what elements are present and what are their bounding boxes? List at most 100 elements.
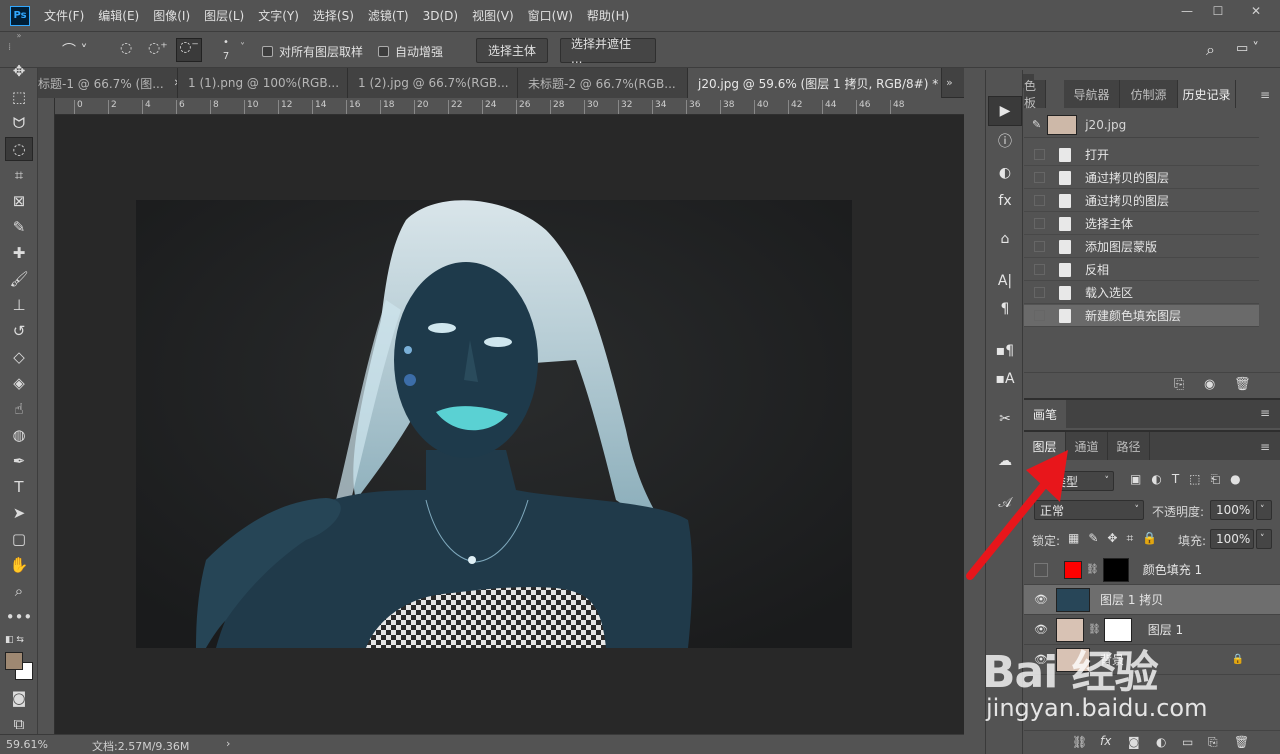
tabs-overflow-icon[interactable]: » bbox=[946, 76, 953, 89]
history-brush-checkbox[interactable] bbox=[1034, 218, 1045, 229]
healing-brush-icon[interactable]: ✚ bbox=[7, 242, 31, 264]
search-icon[interactable]: ⌕ bbox=[1206, 40, 1215, 60]
trash-icon[interactable]: 🗑 bbox=[1234, 735, 1249, 749]
opacity-input[interactable]: 100% bbox=[1210, 500, 1254, 520]
zoom-level[interactable]: 59.61% bbox=[6, 738, 48, 751]
screen-mode-icon[interactable]: ⧉ bbox=[7, 713, 31, 735]
adjustments-icon[interactable]: ◐ bbox=[994, 162, 1016, 184]
document-image[interactable] bbox=[136, 200, 852, 648]
brush-tool-icon[interactable]: 🖌 bbox=[7, 268, 31, 290]
history-brush-checkbox[interactable] bbox=[1034, 172, 1045, 183]
shape-filter-icon[interactable]: ⬚ bbox=[1189, 472, 1200, 487]
menu-type[interactable]: 文字(Y) bbox=[258, 7, 299, 24]
panel-menu-icon[interactable]: ≡ bbox=[1260, 440, 1270, 454]
maximize-icon[interactable]: ☐ bbox=[1203, 0, 1233, 22]
select-subject-button[interactable]: 选择主体 bbox=[476, 38, 548, 63]
panel-menu-icon[interactable]: ≡ bbox=[1260, 406, 1270, 420]
checkbox-icon[interactable] bbox=[262, 46, 273, 57]
layer-style-fx-icon[interactable]: fx bbox=[1100, 734, 1111, 748]
tab-doc-3[interactable]: 1 (2).jpg @ 66.7%(RGB...✕ bbox=[348, 68, 518, 98]
menu-layer[interactable]: 图层(L) bbox=[204, 7, 244, 24]
foreground-color-swatch[interactable] bbox=[5, 652, 23, 670]
eye-icon[interactable]: 👁 bbox=[1034, 623, 1048, 636]
shape-tool-icon[interactable]: ▢ bbox=[7, 528, 31, 550]
brush-settings-icon[interactable]: ⌂ bbox=[994, 228, 1016, 250]
dodge-tool-icon[interactable]: ◍ bbox=[7, 424, 31, 446]
add-selection-icon[interactable]: ◌⁺ bbox=[148, 40, 172, 60]
link-icon[interactable]: ⛓ bbox=[1086, 564, 1099, 575]
menu-select[interactable]: 选择(S) bbox=[313, 7, 354, 24]
menu-view[interactable]: 视图(V) bbox=[472, 7, 514, 24]
workspace-icon[interactable]: ▭ ˅ bbox=[1236, 41, 1259, 56]
layer-name[interactable]: 颜色填充 1 bbox=[1143, 561, 1202, 578]
menu-edit[interactable]: 编辑(E) bbox=[98, 7, 139, 24]
link-layers-icon[interactable]: ⛓ bbox=[1072, 735, 1087, 749]
history-brush-checkbox[interactable] bbox=[1034, 149, 1045, 160]
add-mask-icon[interactable]: ◙ bbox=[1128, 735, 1140, 749]
expand-toolbar-icon[interactable]: » bbox=[7, 28, 31, 42]
chevron-down-icon[interactable]: ˅ bbox=[240, 42, 245, 53]
menu-window[interactable]: 窗口(W) bbox=[528, 7, 573, 24]
history-step[interactable]: 打开 bbox=[1024, 144, 1259, 166]
close-icon[interactable]: ✕ bbox=[1236, 0, 1276, 22]
default-colors-icon[interactable]: ◧ ⇆ bbox=[5, 635, 24, 645]
adjustment-layer-icon[interactable]: ◐ bbox=[1156, 735, 1166, 749]
history-step[interactable]: 添加图层蒙版 bbox=[1024, 236, 1259, 258]
panel-menu-icon[interactable]: ≡ bbox=[1260, 88, 1270, 102]
character-styles-icon[interactable]: ▪A bbox=[994, 368, 1016, 390]
menu-image[interactable]: 图像(I) bbox=[153, 7, 190, 24]
zoom-tool-icon[interactable]: ⌕ bbox=[7, 580, 31, 602]
tab-brushes[interactable]: 画笔 bbox=[1024, 400, 1066, 428]
menu-3d[interactable]: 3D(D) bbox=[423, 9, 458, 23]
smudge-tool-icon[interactable]: ☝ bbox=[7, 398, 31, 420]
new-layer-icon[interactable]: ⎘ bbox=[1208, 735, 1218, 750]
quick-selection-tool-icon[interactable]: ◌ bbox=[5, 137, 33, 161]
more-tools-icon[interactable]: ••• bbox=[6, 606, 33, 628]
paragraph-styles-icon[interactable]: ▪¶ bbox=[994, 340, 1016, 362]
move-tool-icon[interactable]: ✥ bbox=[7, 60, 31, 82]
history-brush-checkbox[interactable] bbox=[1034, 287, 1045, 298]
filter-toggle-icon[interactable]: ● bbox=[1230, 472, 1240, 487]
tab-doc-2[interactable]: 1 (1).png @ 100%(RGB...✕ bbox=[178, 68, 348, 98]
quick-mask-icon[interactable]: ◙ bbox=[7, 687, 31, 709]
new-document-from-state-icon[interactable]: ⎘ bbox=[1174, 377, 1184, 392]
paint-bucket-icon[interactable]: ◈ bbox=[7, 372, 31, 394]
tab-paths[interactable]: 路径 bbox=[1108, 432, 1150, 460]
pen-tool-icon[interactable]: ✒ bbox=[7, 450, 31, 472]
fill-dropdown-icon[interactable]: ˅ bbox=[1256, 529, 1272, 549]
menu-filter[interactable]: 滤镜(T) bbox=[368, 7, 409, 24]
eyedropper-tool-icon[interactable]: ✎ bbox=[7, 216, 31, 238]
history-step[interactable]: 载入选区 bbox=[1024, 282, 1259, 304]
info-icon[interactable]: ⓘ bbox=[994, 130, 1016, 152]
character-icon[interactable]: A| bbox=[994, 270, 1016, 292]
stamp-tool-icon[interactable]: ⊥ bbox=[7, 294, 31, 316]
camera-icon[interactable]: ◉ bbox=[1204, 377, 1215, 392]
tab-doc-active[interactable]: j20.jpg @ 59.6% (图层 1 拷贝, RGB/8#) *✕ bbox=[688, 68, 942, 98]
subtract-selection-icon[interactable]: ◌⁻ bbox=[176, 38, 202, 62]
styles-fx-icon[interactable]: fx bbox=[994, 190, 1016, 212]
layer-name[interactable]: 图层 1 拷贝 bbox=[1100, 591, 1163, 608]
status-menu-arrow[interactable]: › bbox=[226, 737, 230, 750]
auto-enhance-checkbox[interactable]: 自动增强 bbox=[378, 43, 443, 60]
brush-size-picker[interactable]: • 7 bbox=[218, 36, 234, 64]
history-brush-checkbox[interactable] bbox=[1034, 195, 1045, 206]
hand-tool-icon[interactable]: ✋ bbox=[7, 554, 31, 576]
checkbox-icon[interactable] bbox=[378, 46, 389, 57]
history-brush-checkbox[interactable] bbox=[1034, 310, 1045, 321]
lock-artboard-icon[interactable]: ⌗ bbox=[1126, 531, 1133, 546]
history-step[interactable]: 选择主体 bbox=[1024, 213, 1259, 235]
history-brush-source-icon[interactable]: ✎ bbox=[1032, 118, 1041, 131]
smart-object-filter-icon[interactable]: ⎗ bbox=[1211, 472, 1221, 487]
menu-file[interactable]: 文件(F) bbox=[44, 7, 84, 24]
lasso-tool-icon[interactable]: ᗢ bbox=[7, 112, 31, 134]
layer-mask-thumbnail[interactable] bbox=[1102, 557, 1129, 582]
sample-all-layers-checkbox[interactable]: 对所有图层取样 bbox=[262, 43, 363, 60]
eraser-tool-icon[interactable]: ◇ bbox=[7, 346, 31, 368]
history-step[interactable]: 通过拷贝的图层 bbox=[1024, 167, 1259, 189]
history-brush-icon[interactable]: ↺ bbox=[7, 320, 31, 342]
play-action-icon[interactable]: ▶ bbox=[988, 96, 1022, 126]
history-brush-checkbox[interactable] bbox=[1034, 264, 1045, 275]
tab-history[interactable]: 历史记录 bbox=[1178, 80, 1236, 108]
lock-all-icon[interactable]: 🔒 bbox=[1142, 531, 1157, 546]
tab-doc-4[interactable]: 未标题-2 @ 66.7%(RGB...✕ bbox=[518, 68, 688, 98]
